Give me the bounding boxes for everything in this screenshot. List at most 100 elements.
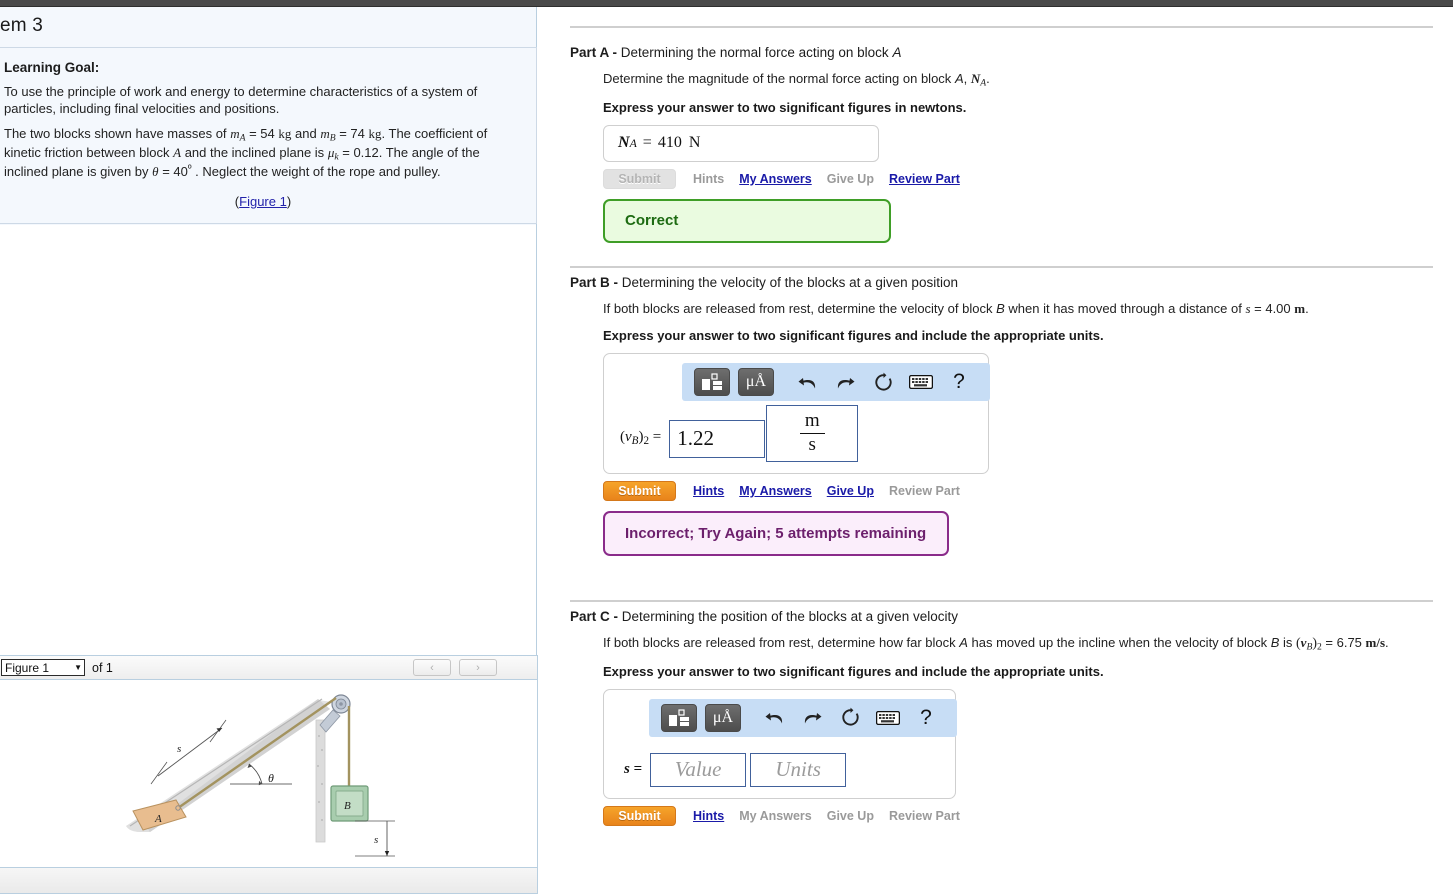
part-a-answer-value: 410 [657, 134, 682, 152]
part-c-units-input[interactable]: Units [750, 752, 847, 787]
learning-goal-box: Learning Goal: To use the principle of w… [0, 47, 537, 225]
part-b-submit-button[interactable]: Submit [603, 481, 676, 501]
part-a-title: Determining the normal force acting on b… [620, 45, 889, 60]
keyboard-icon[interactable] [869, 704, 907, 732]
previous-figure-button[interactable]: ‹ [413, 659, 451, 676]
help-icon[interactable]: ? [940, 368, 978, 396]
part-c-label: Part C - [570, 609, 619, 624]
part-b-body: If both blocks are released from rest, d… [570, 301, 1450, 556]
part-a-my-answers-link[interactable]: My Answers [739, 172, 811, 186]
units-icon-label: μÅ [712, 708, 734, 726]
chevron-down-icon: ▼ [74, 662, 82, 672]
part-a-answer-field[interactable]: NA = 410 N [603, 124, 879, 162]
part-c-units-placeholder: Units [775, 757, 821, 782]
equals-sign: = [652, 429, 662, 446]
part-b-value-input[interactable]: 1.22 [669, 419, 766, 458]
part-b-value: 1.22 [677, 426, 714, 450]
figure-toolbar: Figure 1 ▼ of 1 ‹ › [0, 655, 538, 680]
problem-setup-text: The two blocks shown have masses of mA =… [4, 126, 522, 180]
part-a-give-up-link[interactable]: Give Up [827, 172, 874, 186]
redo-icon[interactable] [826, 368, 864, 396]
part-a-hints-link[interactable]: Hints [693, 172, 724, 186]
mass-a-subscript: A [239, 132, 246, 144]
part-b-actions: Submit Hints My Answers Give Up Review P… [603, 481, 1450, 501]
part-c-question: If both blocks are released from rest, d… [603, 635, 1450, 653]
part-c-body: If both blocks are released from rest, d… [570, 635, 1450, 826]
part-a-review-part-link[interactable]: Review Part [889, 172, 960, 186]
equals-sign: = [633, 761, 643, 778]
part-a-body: Determine the magnitude of the normal fo… [570, 71, 1450, 243]
undo-icon[interactable] [788, 368, 826, 396]
part-a-feedback-correct: Correct [603, 198, 891, 243]
separator-part-c [570, 600, 1433, 602]
block-a-ref: A [173, 144, 182, 160]
part-a-question-text: Determine the magnitude of the normal fo… [603, 71, 952, 86]
part-b-review-part-link[interactable]: Review Part [889, 484, 960, 498]
part-c-section: Part C - Determining the position of the… [570, 609, 1450, 826]
figure-select-value: Figure 1 [5, 660, 50, 675]
units-mu-angstrom-icon[interactable]: μÅ [705, 703, 741, 732]
part-b-s-unit: m [1294, 301, 1306, 316]
part-c-input-row: s = Value Units [614, 752, 945, 787]
part-b-block-ref: B [996, 301, 1005, 316]
paren-close: ) [286, 194, 292, 210]
template-icon[interactable] [661, 703, 697, 732]
mass-b-unit: kg [368, 126, 382, 141]
part-b-question-end: . [1305, 301, 1309, 316]
part-b-hints-link[interactable]: Hints [693, 484, 724, 498]
part-c-question-text-3: is [1283, 635, 1293, 650]
undo-icon[interactable] [755, 704, 793, 732]
part-b-units-input[interactable]: m s [766, 405, 859, 462]
figure-1-link[interactable]: Figure 1 [239, 194, 287, 209]
page-title: em 3 [0, 15, 44, 36]
figure-select[interactable]: Figure 1 ▼ [1, 659, 85, 676]
keyboard-icon[interactable] [902, 368, 940, 396]
part-a-answer-sub: A [629, 135, 637, 150]
part-c-review-part-link[interactable]: Review Part [889, 809, 960, 823]
help-icon[interactable]: ? [907, 704, 945, 732]
part-a-actions: Submit Hints My Answers Give Up Review P… [603, 168, 1450, 189]
part-a-answer-symbol: N [618, 134, 630, 152]
template-icon[interactable] [694, 368, 730, 396]
part-a-question-end: . [986, 71, 990, 86]
part-c-value-input[interactable]: Value [650, 752, 747, 787]
velocity-symbol: v [625, 429, 632, 446]
degree-symbol: º [187, 163, 192, 175]
part-b-unit-denominator: s [808, 434, 816, 455]
part-b-heading: Part B - Determining the velocity of the… [570, 275, 1450, 290]
part-c-title: Determining the position of the blocks a… [621, 609, 958, 624]
part-b-question-text-2: when it has moved through a distance of [1008, 301, 1242, 316]
next-figure-button[interactable]: › [459, 659, 497, 676]
part-b-my-answers-link[interactable]: My Answers [739, 484, 811, 498]
part-c-value-placeholder: Value [674, 757, 722, 782]
setup-and: and [295, 126, 317, 141]
part-c-give-up-link[interactable]: Give Up [827, 809, 874, 823]
s-incline-label: s [177, 743, 181, 755]
figure-footer-bar [0, 868, 538, 894]
redo-icon[interactable] [793, 704, 831, 732]
part-c-answer-panel: μÅ ? s = Value Units [603, 688, 957, 799]
part-c-my-answers-link[interactable]: My Answers [739, 809, 811, 823]
part-b-math-toolbar: μÅ ? [682, 363, 990, 401]
separator-part-a [570, 26, 1433, 28]
part-c-submit-button[interactable]: Submit [603, 805, 676, 826]
figure-count-label: of 1 [92, 660, 113, 675]
part-c-hints-link[interactable]: Hints [693, 809, 724, 823]
browser-top-bar [0, 0, 1453, 7]
parts-right-panel: Part A - Determining the normal force ac… [551, 7, 1453, 887]
part-c-instruction: Express your answer to two significant f… [603, 663, 1104, 679]
part-a-submit-button[interactable]: Submit [603, 168, 676, 189]
part-c-question-text-2: has moved up the incline when the veloci… [971, 635, 1268, 650]
reset-icon[interactable] [831, 704, 869, 732]
mass-a-value: = 54 [249, 126, 275, 141]
figure-image-area: A B θ s s [0, 680, 538, 868]
mu-subscript: k [334, 151, 339, 163]
units-mu-angstrom-icon[interactable]: μÅ [738, 368, 774, 396]
part-a-symbol: N [970, 71, 981, 86]
part-b-feedback-incorrect: Incorrect; Try Again; 5 attempts remaini… [603, 511, 949, 556]
units-icon-label: μÅ [745, 373, 767, 390]
setup-part-5: . Neglect the weight of the rope and pul… [195, 163, 441, 179]
figure-nav-buttons: ‹ › [413, 659, 537, 676]
part-b-give-up-link[interactable]: Give Up [827, 484, 874, 498]
reset-icon[interactable] [864, 368, 902, 396]
